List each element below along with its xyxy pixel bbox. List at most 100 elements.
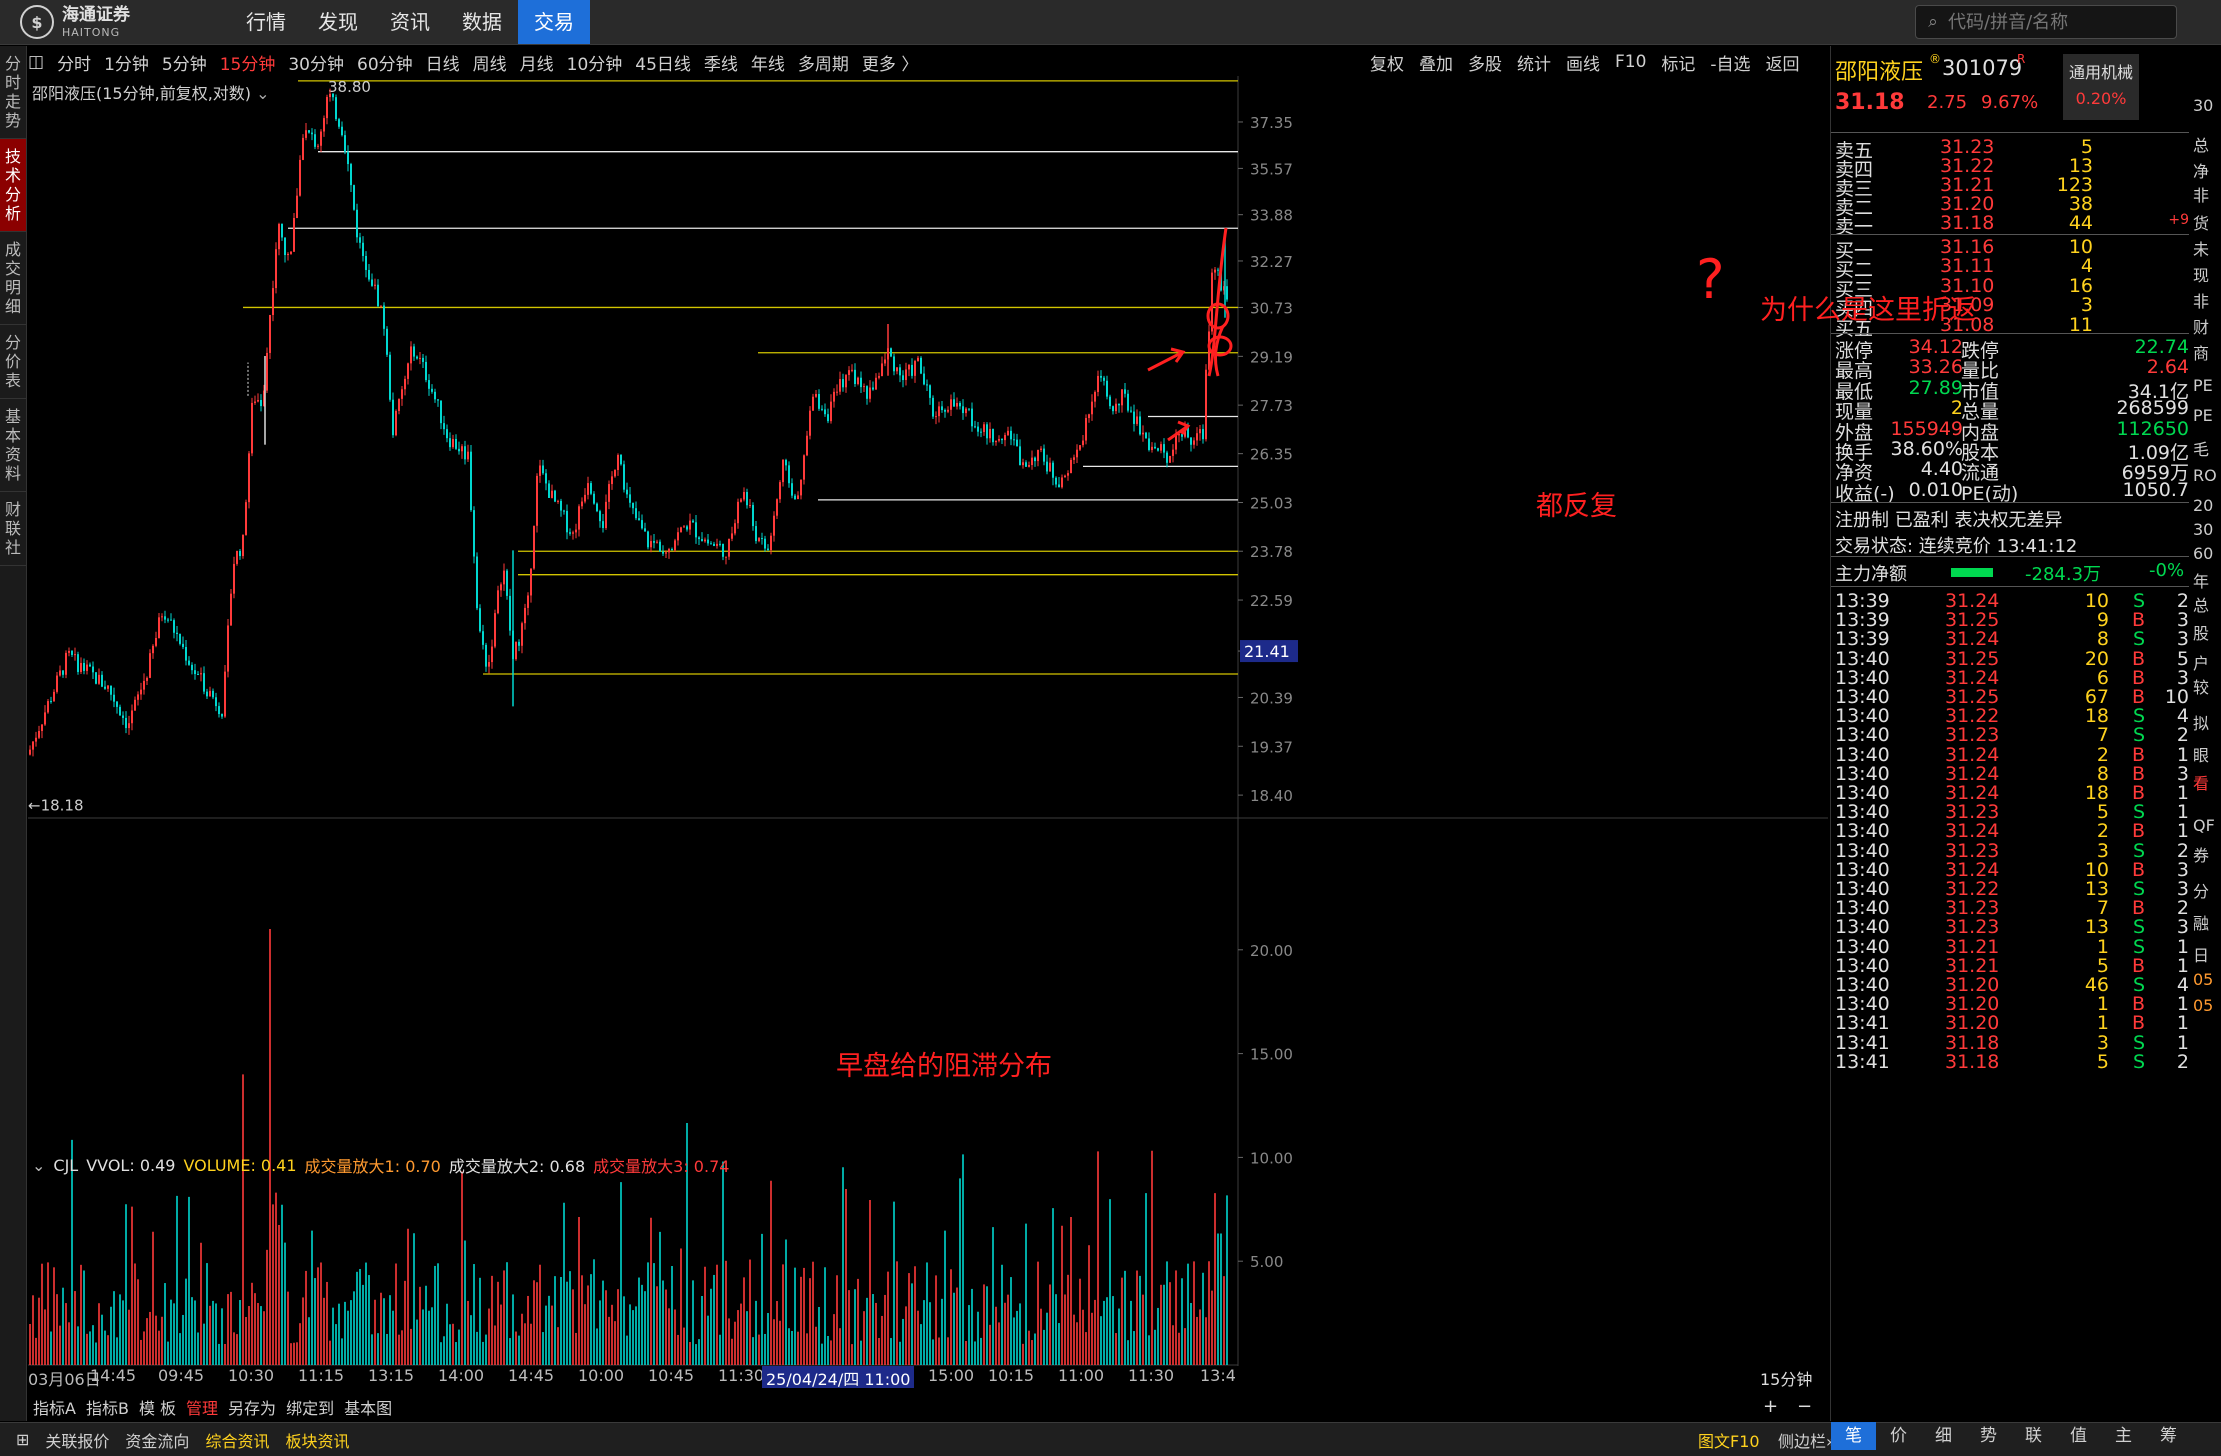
chevron-down-icon[interactable]: ⌄: [256, 84, 269, 103]
search-box[interactable]: ⌕: [1915, 5, 2177, 39]
status-f10[interactable]: 图文F10: [1698, 1428, 1760, 1452]
candle-body: [500, 584, 502, 591]
status-related-quotes[interactable]: 关联报价: [45, 1428, 109, 1452]
candle-body: [689, 520, 691, 530]
candle-body: [599, 511, 601, 522]
menu-icon[interactable]: ◫: [28, 52, 44, 72]
nav-data[interactable]: 数据: [446, 0, 518, 44]
right-tab[interactable]: 筹: [2146, 1422, 2191, 1450]
chart-subtitle[interactable]: 邵阳液压(15分钟,前复权,对数) ⌄: [32, 80, 270, 104]
period-quarter[interactable]: 季线: [704, 50, 738, 75]
status-fund-flow[interactable]: 资金流向: [125, 1428, 189, 1452]
candle-body: [755, 526, 757, 542]
tool-mark[interactable]: 标记: [1661, 50, 1695, 75]
period-label[interactable]: 15分钟: [1760, 1366, 1812, 1390]
candle-body: [251, 402, 253, 454]
candle-body: [1142, 432, 1144, 435]
sidetab-profile[interactable]: 基本资料: [0, 399, 26, 492]
sidetab-intraday[interactable]: 分时走势: [0, 46, 26, 139]
tab-bind-to[interactable]: 绑定到: [286, 1395, 334, 1419]
tool-back[interactable]: 返回: [1766, 50, 1800, 75]
zoom-out-button[interactable]: −: [1797, 1396, 1812, 1417]
candle-body: [491, 646, 493, 663]
candle-body: [194, 670, 196, 675]
period-45day[interactable]: 45日线: [635, 50, 691, 75]
period-more[interactable]: 更多 〉: [862, 50, 918, 75]
tab-save-as[interactable]: 另存为: [228, 1395, 276, 1419]
period-60min[interactable]: 60分钟: [357, 50, 413, 75]
right-tab[interactable]: 细: [1921, 1422, 1966, 1450]
vol-indicator-name[interactable]: CJL: [53, 1156, 78, 1175]
candle-body: [374, 284, 376, 286]
candle-body: [161, 616, 163, 618]
industry-badge[interactable]: 通用机械 0.20%: [2063, 54, 2139, 120]
candle-body: [338, 119, 340, 127]
period-intraday[interactable]: 分时: [57, 50, 91, 75]
tab-indicator-a[interactable]: 指标A: [33, 1395, 76, 1419]
tool-multi-stock[interactable]: 多股: [1468, 50, 1502, 75]
y-tick-label: 27.73: [1250, 397, 1293, 415]
search-input[interactable]: [1946, 10, 2170, 34]
candle-body: [731, 533, 733, 539]
candle-body: [1214, 269, 1216, 273]
right-tab[interactable]: 主: [2101, 1422, 2146, 1450]
candle-body: [344, 135, 346, 152]
candle-body: [41, 724, 43, 732]
grid-icon[interactable]: ⊞: [16, 1430, 29, 1449]
candle-body: [335, 97, 337, 120]
candle-body: [476, 556, 478, 609]
period-10min[interactable]: 10分钟: [567, 50, 623, 75]
sidetab-technical[interactable]: 技术分析: [0, 139, 26, 232]
right-tab[interactable]: 笔: [1831, 1422, 1876, 1450]
period-week[interactable]: 周线: [473, 50, 507, 75]
tool-overlay[interactable]: 叠加: [1419, 50, 1453, 75]
tool-adjust[interactable]: 复权: [1370, 50, 1404, 75]
candle-body: [494, 613, 496, 647]
period-day[interactable]: 日线: [426, 50, 460, 75]
tab-indicator-b[interactable]: 指标B: [86, 1395, 129, 1419]
nav-news[interactable]: 资讯: [374, 0, 446, 44]
candle-body: [521, 623, 523, 646]
status-sector-news[interactable]: 板块资讯: [285, 1428, 349, 1452]
tab-template[interactable]: 模 板: [139, 1395, 176, 1419]
zoom-in-button[interactable]: +: [1763, 1396, 1778, 1417]
nav-trade[interactable]: 交易: [518, 0, 590, 44]
status-sidebar[interactable]: 侧边栏»: [1778, 1428, 1836, 1452]
candle-body: [1067, 473, 1069, 476]
candle-body: [551, 490, 553, 498]
period-1min[interactable]: 1分钟: [104, 50, 149, 75]
candle-body: [995, 440, 997, 443]
status-news[interactable]: 综合资讯: [205, 1428, 269, 1452]
right-tab[interactable]: 势: [1966, 1422, 2011, 1450]
period-multi[interactable]: 多周期: [798, 50, 849, 75]
period-month[interactable]: 月线: [520, 50, 554, 75]
y-tick-label: 37.35: [1250, 114, 1293, 132]
right-tab[interactable]: 值: [2056, 1422, 2101, 1450]
sidetab-price-table[interactable]: 分价表: [0, 325, 26, 399]
sidetab-trades[interactable]: 成交明细: [0, 232, 26, 325]
period-30min[interactable]: 30分钟: [288, 50, 344, 75]
period-15min[interactable]: 15分钟: [220, 50, 276, 75]
right-tab[interactable]: 联: [2011, 1422, 2056, 1450]
candle-body: [1073, 457, 1075, 460]
candle-body: [107, 685, 109, 689]
candles: [29, 88, 1228, 757]
tool-f10[interactable]: F10: [1615, 52, 1646, 72]
tab-manage[interactable]: 管理: [186, 1395, 218, 1419]
tool-stats[interactable]: 统计: [1517, 50, 1551, 75]
sidetab-cls[interactable]: 财联社: [0, 492, 26, 566]
candle-body: [614, 470, 616, 477]
side-info-item: 未: [2193, 240, 2210, 259]
nav-market[interactable]: 行情: [230, 0, 302, 44]
period-year[interactable]: 年线: [751, 50, 785, 75]
tool-remove-watch[interactable]: -自选: [1710, 50, 1750, 75]
collapse-icon[interactable]: ⌄: [32, 1156, 45, 1175]
search-icon[interactable]: ⌕: [1920, 12, 1946, 32]
candle-body: [1163, 444, 1165, 453]
period-5min[interactable]: 5分钟: [162, 50, 207, 75]
right-tab[interactable]: 价: [1876, 1422, 1921, 1450]
tool-draw[interactable]: 画线: [1566, 50, 1600, 75]
tab-basic-chart[interactable]: 基本图: [344, 1395, 392, 1419]
stock-name[interactable]: 邵阳液压: [1835, 54, 1923, 86]
nav-discover[interactable]: 发现: [302, 0, 374, 44]
